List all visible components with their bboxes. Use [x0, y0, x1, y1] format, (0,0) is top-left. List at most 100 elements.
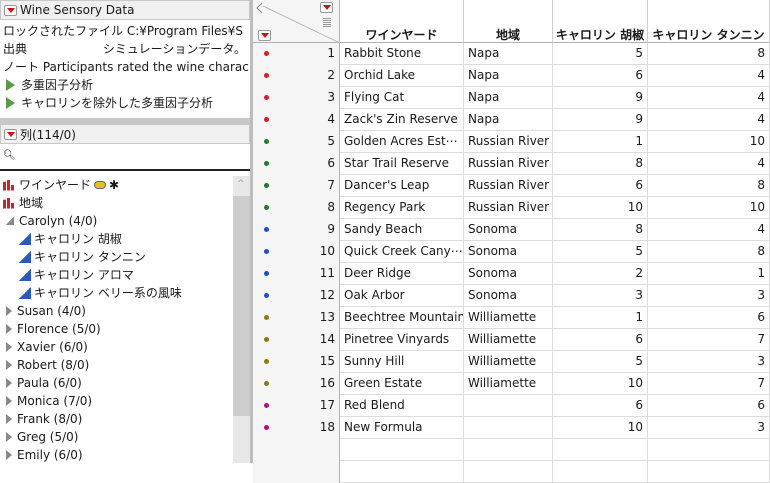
- vineyard-cell[interactable]: Dancer's Leap: [340, 175, 464, 197]
- pepper-cell[interactable]: 1: [553, 307, 648, 329]
- tannin-cell[interactable]: 4: [648, 87, 770, 109]
- run-script-icon[interactable]: [6, 79, 15, 91]
- vineyard-cell[interactable]: Regency Park: [340, 197, 464, 219]
- table-row[interactable]: 15 Sunny Hill Williamette 5 3: [253, 351, 770, 373]
- tannin-cell[interactable]: 8: [648, 241, 770, 263]
- region-cell[interactable]: Napa: [464, 87, 553, 109]
- table-row[interactable]: 3 Flying Cat Napa 9 4: [253, 87, 770, 109]
- pepper-cell[interactable]: 8: [553, 153, 648, 175]
- pepper-cell[interactable]: 1: [553, 131, 648, 153]
- column-search-input[interactable]: 🔍︎: [0, 144, 250, 171]
- column-list-item[interactable]: キャロリン タンニン: [0, 248, 233, 266]
- pepper-cell[interactable]: 6: [553, 329, 648, 351]
- tannin-cell[interactable]: 4: [648, 153, 770, 175]
- collapsed-triangle-icon[interactable]: [6, 396, 12, 406]
- columns-menu-button[interactable]: [4, 128, 17, 140]
- region-cell[interactable]: Williamette: [464, 307, 553, 329]
- collapsed-triangle-icon[interactable]: [6, 306, 12, 316]
- region-cell[interactable]: [464, 395, 553, 417]
- row-number[interactable]: 3: [253, 87, 340, 109]
- row-number[interactable]: 18: [253, 417, 340, 439]
- column-list-item[interactable]: Florence (5/0): [0, 320, 233, 338]
- row-number[interactable]: 5: [253, 131, 340, 153]
- pepper-cell[interactable]: 6: [553, 395, 648, 417]
- tannin-cell[interactable]: 7: [648, 329, 770, 351]
- collapsed-triangle-icon[interactable]: [6, 450, 12, 460]
- table-menu-button[interactable]: [4, 4, 17, 16]
- row-number[interactable]: 17: [253, 395, 340, 417]
- tannin-cell[interactable]: 10: [648, 197, 770, 219]
- vineyard-cell[interactable]: Oak Arbor: [340, 285, 464, 307]
- run-script-icon[interactable]: [6, 97, 15, 109]
- vineyard-cell[interactable]: Green Estate: [340, 373, 464, 395]
- collapsed-triangle-icon[interactable]: [6, 432, 12, 442]
- region-cell[interactable]: Russian River: [464, 175, 553, 197]
- vineyard-cell[interactable]: Red Blend: [340, 395, 464, 417]
- region-cell[interactable]: Williamette: [464, 351, 553, 373]
- region-cell[interactable]: Williamette: [464, 373, 553, 395]
- table-row[interactable]: 8 Regency Park Russian River 10 10: [253, 197, 770, 219]
- scroll-up-icon[interactable]: ^: [237, 179, 245, 189]
- table-row[interactable]: 18 New Formula 10 3: [253, 417, 770, 439]
- row-number[interactable]: 14: [253, 329, 340, 351]
- column-list-item[interactable]: キャロリン アロマ: [0, 266, 233, 284]
- row-number[interactable]: 10: [253, 241, 340, 263]
- pepper-cell[interactable]: 2: [553, 263, 648, 285]
- vineyard-cell[interactable]: Golden Acres Est⋯: [340, 131, 464, 153]
- row-number[interactable]: 7: [253, 175, 340, 197]
- script-item[interactable]: 多重因子分析: [3, 76, 247, 94]
- vineyard-cell[interactable]: Orchid Lake: [340, 65, 464, 87]
- vineyard-cell[interactable]: New Formula: [340, 417, 464, 439]
- collapsed-triangle-icon[interactable]: [6, 378, 12, 388]
- vineyard-cell[interactable]: Beechtree Mountain: [340, 307, 464, 329]
- region-cell[interactable]: Napa: [464, 65, 553, 87]
- tannin-cell[interactable]: 4: [648, 65, 770, 87]
- column-list-item[interactable]: Carolyn (4/0): [0, 212, 233, 230]
- tannin-cell[interactable]: 3: [648, 285, 770, 307]
- table-row[interactable]: 10 Quick Creek Cany⋯ Sonoma 5 8: [253, 241, 770, 263]
- tannin-cell[interactable]: 3: [648, 417, 770, 439]
- row-number[interactable]: 11: [253, 263, 340, 285]
- table-row[interactable]: 9 Sandy Beach Sonoma 8 4: [253, 219, 770, 241]
- vineyard-cell[interactable]: Flying Cat: [340, 87, 464, 109]
- rows-dropdown-button[interactable]: [258, 30, 271, 41]
- pepper-cell[interactable]: 5: [553, 241, 648, 263]
- table-row[interactable]: 5 Golden Acres Est⋯ Russian River 1 10: [253, 131, 770, 153]
- row-number[interactable]: 16: [253, 373, 340, 395]
- scrollbar-thumb[interactable]: [233, 196, 250, 416]
- row-number[interactable]: 6: [253, 153, 340, 175]
- table-row[interactable]: 11 Deer Ridge Sonoma 2 1: [253, 263, 770, 285]
- row-number[interactable]: 9: [253, 219, 340, 241]
- row-number[interactable]: 12: [253, 285, 340, 307]
- column-header[interactable]: ワインヤード: [340, 0, 464, 43]
- region-cell[interactable]: Napa: [464, 109, 553, 131]
- pepper-cell[interactable]: 5: [553, 43, 648, 65]
- table-row[interactable]: 1 Rabbit Stone Napa 5 8: [253, 43, 770, 65]
- region-cell[interactable]: Sonoma: [464, 241, 553, 263]
- column-list-item[interactable]: Xavier (6/0): [0, 338, 233, 356]
- sort-icon[interactable]: [323, 18, 331, 27]
- column-list-item[interactable]: キャロリン 胡椒: [0, 230, 233, 248]
- pepper-cell[interactable]: 5: [553, 351, 648, 373]
- column-header[interactable]: キャロリン タンニン: [648, 0, 770, 43]
- pepper-cell[interactable]: 10: [553, 417, 648, 439]
- pepper-cell[interactable]: 9: [553, 87, 648, 109]
- tannin-cell[interactable]: 1: [648, 263, 770, 285]
- column-header[interactable]: キャロリン 胡椒: [553, 0, 648, 43]
- column-list-item[interactable]: キャロリン ベリー系の風味: [0, 284, 233, 302]
- table-row[interactable]: 14 Pinetree Vinyards Williamette 6 7: [253, 329, 770, 351]
- region-cell[interactable]: Russian River: [464, 153, 553, 175]
- column-list-item[interactable]: Frank (8/0): [0, 410, 233, 428]
- row-number[interactable]: 2: [253, 65, 340, 87]
- vineyard-cell[interactable]: Pinetree Vinyards: [340, 329, 464, 351]
- region-cell[interactable]: Sonoma: [464, 263, 553, 285]
- pepper-cell[interactable]: 8: [553, 219, 648, 241]
- pepper-cell[interactable]: 3: [553, 285, 648, 307]
- column-list-item[interactable]: Monica (7/0): [0, 392, 233, 410]
- vineyard-cell[interactable]: Sandy Beach: [340, 219, 464, 241]
- row-number[interactable]: 4: [253, 109, 340, 131]
- row-number[interactable]: 15: [253, 351, 340, 373]
- vineyard-cell[interactable]: Quick Creek Cany⋯: [340, 241, 464, 263]
- table-row[interactable]: 2 Orchid Lake Napa 6 4: [253, 65, 770, 87]
- column-list-item[interactable]: Robert (8/0): [0, 356, 233, 374]
